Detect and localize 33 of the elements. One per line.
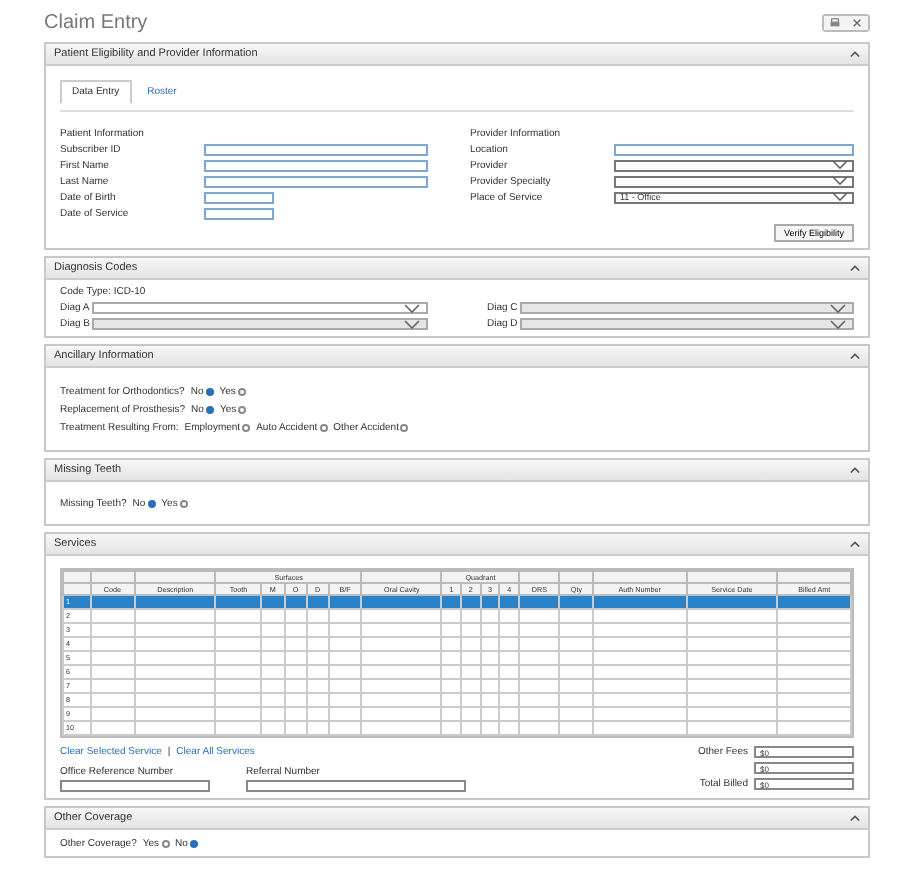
radio-button[interactable]: [189, 839, 198, 847]
input-field[interactable]: [60, 780, 210, 792]
collapse-icon[interactable]: [850, 814, 860, 822]
collapse-icon[interactable]: [850, 264, 860, 272]
dropdown-field[interactable]: [614, 175, 854, 187]
radio-button[interactable]: [319, 423, 328, 431]
radio-button[interactable]: [147, 499, 156, 507]
radio-button[interactable]: [179, 499, 188, 507]
page-title: Claim Entry: [44, 11, 148, 33]
input-field[interactable]: [204, 175, 428, 187]
input-field[interactable]: [204, 159, 428, 171]
collapse-icon[interactable]: [850, 466, 860, 474]
radio-button[interactable]: [242, 423, 251, 431]
radio-button[interactable]: [161, 839, 170, 847]
input-field[interactable]: [204, 143, 428, 155]
close-button[interactable]: [846, 15, 868, 29]
collapse-icon[interactable]: [850, 540, 860, 548]
collapse-icon[interactable]: [850, 50, 860, 58]
collapse-icon[interactable]: [850, 352, 860, 360]
dropdown-field[interactable]: [614, 159, 854, 171]
dropdown-field[interactable]: [91, 302, 427, 314]
print-button[interactable]: [824, 15, 846, 29]
input-field[interactable]: [246, 780, 466, 792]
radio-button[interactable]: [400, 423, 409, 431]
close-icon: [852, 17, 862, 27]
printer-icon: [830, 17, 840, 27]
radio-button[interactable]: [238, 405, 247, 413]
input-field[interactable]: [204, 207, 274, 219]
radio-button[interactable]: [205, 405, 214, 413]
radio-button[interactable]: [205, 387, 214, 395]
input-field[interactable]: [614, 143, 854, 155]
radio-button[interactable]: [237, 387, 246, 395]
input-field[interactable]: [204, 191, 274, 203]
